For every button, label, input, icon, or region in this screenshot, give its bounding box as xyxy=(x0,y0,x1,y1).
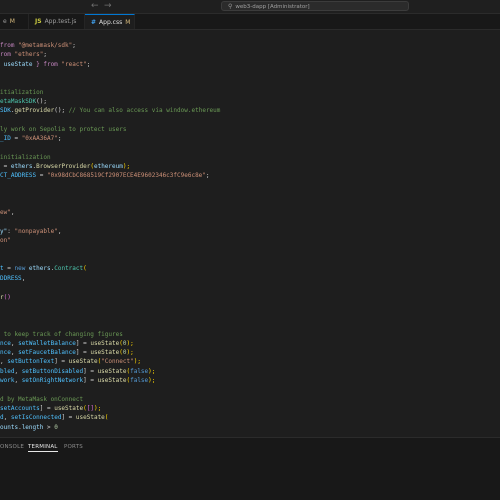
code-line-34: nce, setWalletBalance] = useState(0); xyxy=(0,340,134,347)
modified-badge: M xyxy=(9,18,15,25)
tab-label: App.css xyxy=(99,19,123,26)
code-line-42: d, setIsConnected] = useState( xyxy=(0,414,109,421)
code-line-13: = ethers.BrowserProvider(ethereum); xyxy=(0,163,131,170)
arrow-left-icon[interactable]: ← xyxy=(91,1,99,11)
code-line-40: d by MetaMask onConnect xyxy=(0,396,84,403)
command-center-search[interactable]: ⚲ web3-dapp [Administrator] xyxy=(221,1,409,11)
code-line-43: ounts.length > 0 xyxy=(0,424,58,431)
code-editor[interactable]: from "@metamask/sdk"; rom "ethers"; useS… xyxy=(0,30,500,435)
tab-label: e xyxy=(3,18,7,25)
code-line-26: DDRESS, xyxy=(0,275,26,282)
tab-app-css[interactable]: # App.css M xyxy=(85,14,135,29)
title-bar: ← → ⚲ web3-dapp [Administrator] xyxy=(0,0,500,14)
bottom-panel: ONSOLE TERMINAL PORTS xyxy=(0,438,500,500)
search-icon: ⚲ xyxy=(228,3,233,10)
tab-terminal[interactable]: TERMINAL xyxy=(28,444,58,452)
code-line-3: useState } from "react"; xyxy=(0,61,91,68)
editor-tab-bar: eM JS App.test.js # App.css M xyxy=(0,14,500,30)
tab-ports[interactable]: PORTS xyxy=(64,444,83,450)
javascript-file-icon: JS xyxy=(35,18,42,25)
arrow-right-icon[interactable]: → xyxy=(104,1,112,11)
code-line-21: y": "nonpayable", xyxy=(0,228,62,235)
code-line-36: , setButtonText] = useState("Connect"); xyxy=(0,358,141,365)
code-line-35: nce, setFaucetBalance] = useState(0); xyxy=(0,349,134,356)
code-line-22: on" xyxy=(0,237,11,244)
code-line-12: initialization xyxy=(0,154,51,161)
code-line-10: _ID = "0xAA36A7"; xyxy=(0,135,62,142)
code-line-18: ew", xyxy=(0,209,15,216)
code-line-7: SDK.getProvider(); // You can also acces… xyxy=(0,107,221,114)
tab-partial[interactable]: eM xyxy=(0,14,29,29)
code-line-29: r() xyxy=(0,294,11,301)
tab-app-test-js[interactable]: JS App.test.js xyxy=(29,14,85,29)
code-line-6: etaMaskSDK(); xyxy=(0,98,47,105)
search-text: web3-dapp [Administrator] xyxy=(235,4,310,10)
code-line-41: setAccounts] = useState([]); xyxy=(0,405,102,412)
code-line-1: from "@metamask/sdk"; xyxy=(0,42,76,49)
tab-debug-console[interactable]: ONSOLE xyxy=(0,444,24,450)
code-line-14: CT_ADDRESS = "0x98dCbC868519Cf2907ECE4E9… xyxy=(0,172,210,179)
code-line-33: to keep track of changing figures xyxy=(0,331,123,338)
code-line-9: ly work on Sepolia to protect users xyxy=(0,126,127,133)
css-file-icon: # xyxy=(91,19,97,26)
code-line-38: work, setOnRightNetwork] = useState(fals… xyxy=(0,377,156,384)
tab-label: App.test.js xyxy=(44,18,77,25)
code-line-25: t = new ethers.Contract( xyxy=(0,265,87,272)
code-line-2: rom "ethers"; xyxy=(0,51,47,58)
modified-badge: M xyxy=(125,19,131,26)
code-line-5: itialization xyxy=(0,89,44,96)
code-line-37: bled, setButtonDisabled] = useState(fals… xyxy=(0,368,156,375)
